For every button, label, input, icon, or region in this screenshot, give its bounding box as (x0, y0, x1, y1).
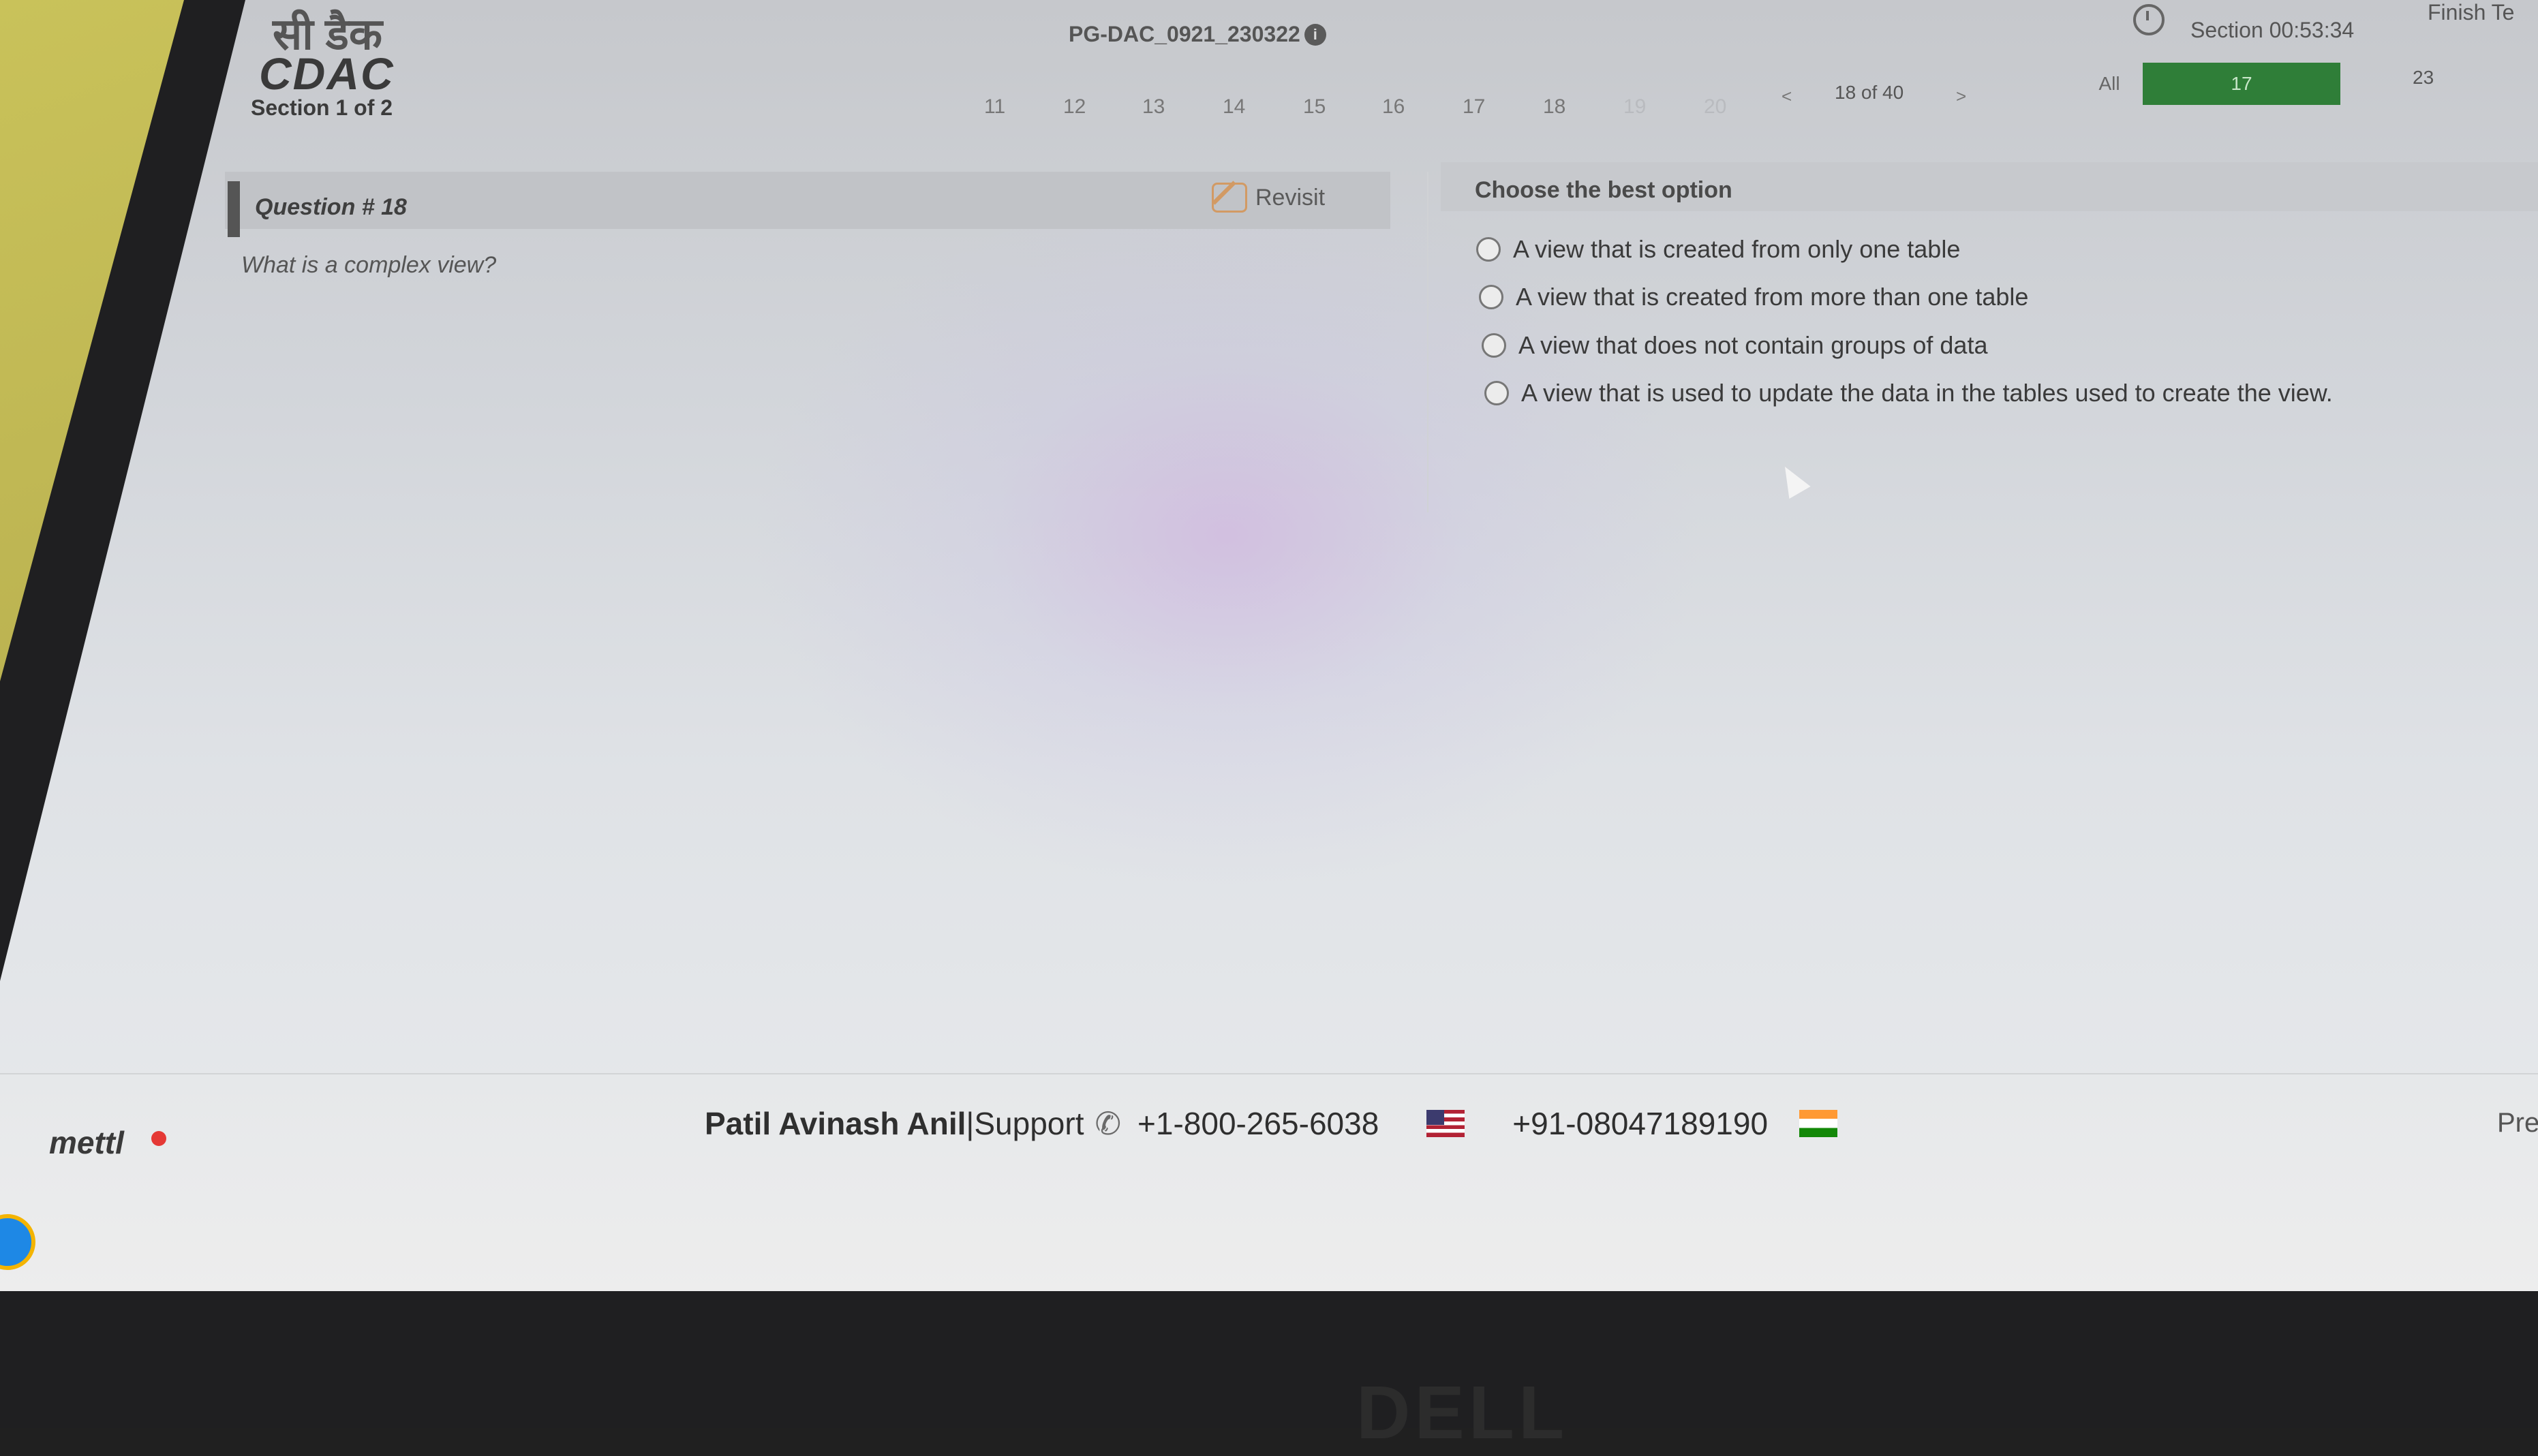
pager-count: 18 of 40 (1835, 82, 1904, 103)
candidate-name: Patil Avinash Anil (705, 1106, 966, 1141)
phone-in[interactable]: +91-08047189190 (1512, 1105, 1768, 1142)
phone-icon: ✆ (1095, 1106, 1122, 1141)
us-flag-icon (1426, 1110, 1465, 1137)
mouse-cursor-icon (1774, 460, 1811, 499)
option-1-radio[interactable] (1476, 237, 1501, 262)
question-nav-16[interactable]: 16 (1382, 95, 1405, 119)
exam-code: PG-DAC_0921_230322 i (1069, 22, 1326, 47)
question-title: Question # 18 (255, 194, 407, 220)
option-3-label: A view that does not contain groups of d… (1518, 331, 1988, 359)
pager-prev-button[interactable]: < (1782, 86, 1792, 107)
filter-other-tab[interactable]: 23 (2413, 67, 2434, 89)
panel-divider (1427, 172, 1428, 512)
filter-all-tab[interactable]: All (2072, 63, 2147, 105)
footer-separator: | (966, 1106, 975, 1141)
question-accent (228, 181, 240, 237)
question-nav-14[interactable]: 14 (1223, 95, 1245, 119)
question-nav-15[interactable]: 15 (1303, 95, 1326, 119)
question-nav-12[interactable]: 12 (1063, 95, 1086, 119)
question-nav-17[interactable]: 17 (1463, 95, 1485, 119)
question-nav-18[interactable]: 18 (1543, 95, 1565, 119)
question-nav-19[interactable]: 19 (1623, 95, 1646, 119)
question-nav-13[interactable]: 13 (1142, 95, 1165, 119)
option-2-radio[interactable] (1479, 285, 1503, 309)
mettl-logo: mettl (49, 1125, 124, 1160)
question-text: What is a complex view? (241, 252, 497, 278)
option-4-label: A view that is used to update the data i… (1521, 379, 2333, 407)
section-indicator: Section 1 of 2 (251, 95, 393, 120)
exam-code-text: PG-DAC_0921_230322 (1069, 22, 1300, 46)
clock-icon (2133, 4, 2165, 35)
exam-screen: सी डैक CDAC Section 1 of 2 PG-DAC_0921_2… (0, 0, 2538, 1291)
monitor-brand-logo: DELL (1356, 1371, 1569, 1455)
finish-test-button[interactable]: Finish Te (2428, 0, 2514, 25)
phone-us[interactable]: +1-800-265-6038 (1137, 1105, 1379, 1142)
option-1[interactable]: A view that is created from only one tab… (1476, 235, 1960, 264)
india-flag-icon (1799, 1110, 1838, 1137)
cdac-logo: CDAC (259, 48, 395, 99)
pencil-icon (1212, 183, 1247, 213)
option-3-radio[interactable] (1482, 333, 1506, 358)
options-header: Choose the best option (1475, 177, 1732, 203)
question-nav-11[interactable]: 11 (984, 95, 1005, 119)
recording-indicator-icon (151, 1131, 166, 1146)
pager-next-button[interactable]: > (1956, 86, 1966, 107)
option-4-radio[interactable] (1484, 381, 1509, 405)
support-label: Support (974, 1106, 1084, 1141)
option-2[interactable]: A view that is created from more than on… (1479, 283, 2028, 311)
option-4[interactable]: A view that is used to update the data i… (1484, 379, 2333, 407)
support-line: Patil Avinash Anil | Support ✆ +1-800-26… (705, 1105, 1838, 1142)
question-nav-20[interactable]: 20 (1704, 95, 1726, 119)
section-timer: Section 00:53:34 (2190, 18, 2355, 42)
option-1-label: A view that is created from only one tab… (1513, 235, 1961, 263)
option-2-label: A view that is created from more than on… (1516, 283, 2029, 311)
option-3[interactable]: A view that does not contain groups of d… (1482, 331, 1987, 360)
revisit-label: Revisit (1255, 184, 1326, 211)
revisit-button[interactable]: Revisit (1212, 183, 1325, 213)
info-icon[interactable]: i (1304, 23, 1326, 46)
previous-button[interactable]: Pre (2497, 1108, 2538, 1139)
filter-attempted-tab[interactable]: 17 (2143, 63, 2340, 105)
